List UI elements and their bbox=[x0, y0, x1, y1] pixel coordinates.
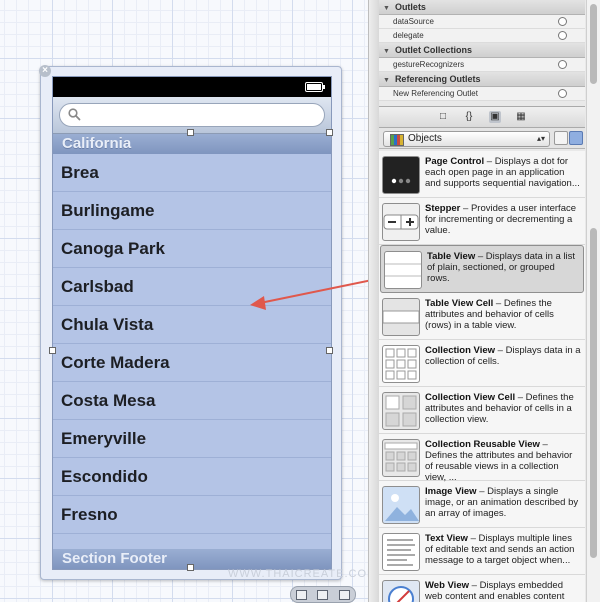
table-view-icon bbox=[384, 251, 422, 289]
disclosure-triangle-icon: ▼ bbox=[383, 48, 390, 55]
search-input[interactable] bbox=[59, 103, 325, 127]
list-item[interactable]: Collection Reusable View – Defines the a… bbox=[379, 434, 585, 483]
table-view-cell-icon bbox=[382, 298, 420, 336]
watermark: WWW.THAICREATE.COM bbox=[228, 568, 378, 580]
image-view-icon bbox=[382, 486, 420, 524]
code-snippet-library-tab[interactable]: {} bbox=[463, 111, 475, 123]
list-item[interactable]: Collection View Cell – Defines the attri… bbox=[379, 387, 585, 434]
zoom-out-icon[interactable] bbox=[296, 589, 308, 600]
battery-icon bbox=[305, 82, 325, 92]
disclosure-triangle-icon: ▼ bbox=[383, 5, 390, 12]
table-row[interactable]: Carlsbad bbox=[53, 268, 331, 306]
collection-reusable-view-icon bbox=[382, 439, 420, 477]
table-row[interactable]: Corte Madera bbox=[53, 344, 331, 382]
library-category-select[interactable]: Objects ▴▾ bbox=[383, 131, 550, 147]
outlet-row: delegate bbox=[379, 29, 585, 43]
table-row[interactable]: Fresno bbox=[53, 496, 331, 534]
connections-inspector: ▼ Outlets dataSource delegate ▼ Outlet Col… bbox=[379, 0, 585, 101]
list-item[interactable]: Stepper – Provides a user interface for … bbox=[379, 198, 585, 245]
popup-arrows-icon: ▴▾ bbox=[536, 134, 545, 143]
collection-view-icon bbox=[382, 345, 420, 383]
table-view[interactable]: Brea Burlingame Canoga Park Carlsbad Chu… bbox=[53, 154, 331, 534]
table-row[interactable]: Escondido bbox=[53, 458, 331, 496]
list-item-selected[interactable]: Table View – Displays data in a list of … bbox=[380, 245, 584, 293]
library-scroll-thumb[interactable] bbox=[590, 228, 597, 558]
status-bar bbox=[53, 77, 331, 97]
library-tabs: □ {} ▣ ▦ bbox=[379, 106, 585, 128]
referencing-outlet-row: New Referencing Outlet bbox=[379, 87, 585, 101]
list-item[interactable]: Text View – Displays multiple lines of e… bbox=[379, 528, 585, 575]
connection-circle-icon[interactable] bbox=[558, 17, 567, 26]
view-controller-scene[interactable]: × California Brea Burlingame Canoga Park… bbox=[39, 65, 342, 580]
outlets-header[interactable]: ▼ Outlets bbox=[379, 0, 585, 15]
table-row[interactable]: Chula Vista bbox=[53, 306, 331, 344]
table-row[interactable]: Brea bbox=[53, 154, 331, 192]
stepper-icon bbox=[382, 203, 420, 241]
disclosure-triangle-icon: ▼ bbox=[383, 77, 390, 84]
list-item[interactable]: Table View Cell – Defines the attributes… bbox=[379, 293, 585, 340]
table-row[interactable]: Canoga Park bbox=[53, 230, 331, 268]
resize-handle-bottom[interactable] bbox=[187, 564, 194, 571]
page-control-icon bbox=[382, 156, 420, 194]
fit-icon[interactable] bbox=[317, 589, 329, 600]
resize-handle-right[interactable] bbox=[326, 347, 333, 354]
zoom-in-icon[interactable] bbox=[338, 589, 350, 600]
resize-handle-top-right[interactable] bbox=[326, 129, 333, 136]
close-icon[interactable]: × bbox=[39, 65, 51, 77]
outlet-collections-header[interactable]: ▼ Outlet Collections bbox=[379, 43, 585, 58]
list-item[interactable]: Image View – Displays a single image, or… bbox=[379, 481, 585, 528]
collection-view-cell-icon bbox=[382, 392, 420, 430]
object-library-list[interactable]: Page Control – Displays a dot for each o… bbox=[379, 151, 585, 602]
library-filter-bar: Objects ▴▾ bbox=[379, 128, 585, 149]
list-view-button[interactable] bbox=[569, 131, 583, 145]
list-item[interactable]: Collection View – Displays data in a col… bbox=[379, 340, 585, 387]
table-row[interactable]: Costa Mesa bbox=[53, 382, 331, 420]
list-item[interactable]: Page Control – Displays a dot for each o… bbox=[379, 151, 585, 198]
section-header: California bbox=[53, 134, 331, 154]
icon-view-button[interactable] bbox=[554, 131, 568, 145]
resize-handle-left[interactable] bbox=[49, 347, 56, 354]
panel-scrollbar[interactable] bbox=[586, 0, 600, 602]
canvas-zoom-toolbar[interactable] bbox=[290, 586, 356, 603]
object-library-tab[interactable]: ▣ bbox=[489, 111, 501, 123]
connection-circle-icon[interactable] bbox=[558, 89, 567, 98]
connection-circle-icon[interactable] bbox=[558, 60, 567, 69]
text-view-icon bbox=[382, 533, 420, 571]
outlet-row: dataSource bbox=[379, 15, 585, 29]
file-template-library-tab[interactable]: □ bbox=[437, 111, 449, 123]
search-icon bbox=[68, 108, 81, 121]
connections-scroll-thumb[interactable] bbox=[590, 4, 597, 84]
referencing-outlets-header[interactable]: ▼ Referencing Outlets bbox=[379, 72, 585, 87]
list-item[interactable]: Web View – Displays embedded web content… bbox=[379, 575, 585, 602]
objects-icon bbox=[390, 134, 404, 146]
connection-circle-icon[interactable] bbox=[558, 31, 567, 40]
table-row[interactable]: Burlingame bbox=[53, 192, 331, 230]
storyboard-canvas[interactable]: × California Brea Burlingame Canoga Park… bbox=[0, 0, 378, 603]
iphone-screen: California Brea Burlingame Canoga Park C… bbox=[52, 76, 332, 570]
media-library-tab[interactable]: ▦ bbox=[515, 111, 527, 123]
utilities-panel: ▼ Outlets dataSource delegate ▼ Outlet Col… bbox=[379, 0, 600, 602]
table-row[interactable]: Emeryville bbox=[53, 420, 331, 458]
outlet-collection-row: gestureRecognizers bbox=[379, 58, 585, 72]
resize-handle-top[interactable] bbox=[187, 129, 194, 136]
web-view-icon bbox=[382, 580, 420, 602]
